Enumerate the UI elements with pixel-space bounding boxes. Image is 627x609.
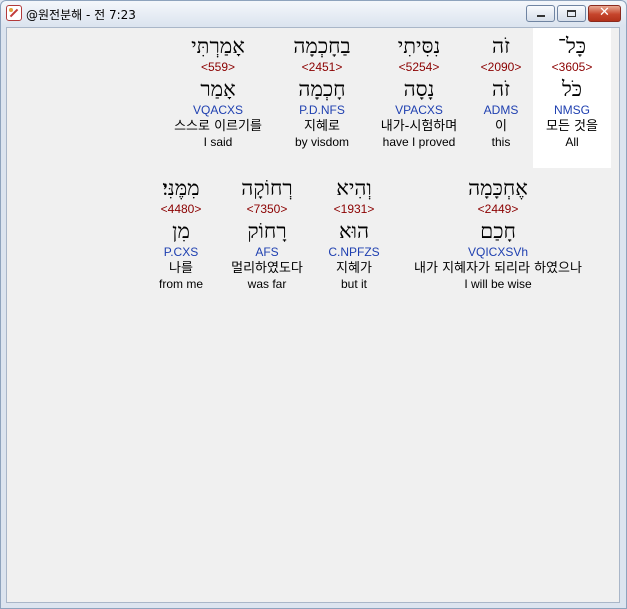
parse-code: VQICXSVh	[467, 245, 529, 259]
hebrew-word: אֶחְכָּמָה	[468, 176, 528, 200]
word-cell[interactable]: וְהִיא <1931> הוּא C.NPFZS 지혜가 but it	[319, 170, 389, 310]
hebrew-word: זֹה	[492, 34, 510, 58]
hebrew-word: אָמַרְתִּי	[191, 34, 245, 58]
strong-number[interactable]: <7350>	[221, 202, 313, 216]
title-bar[interactable]: @원전분해 - 전 7:23 ✕	[1, 1, 626, 27]
parse-code: VPACXS	[395, 103, 443, 117]
window-title: @원전분해 - 전 7:23	[26, 8, 136, 22]
korean-gloss: 내가 지혜자가 되리라 하였으나	[414, 261, 582, 276]
close-button[interactable]: ✕	[588, 5, 621, 22]
word-cell[interactable]: אָמַרְתִּי <559> אָמַר VQACXS 스스로 이르기를 I…	[159, 28, 277, 168]
analysis-panel: כָּל־ <3605> כֹּל NMSG 모든 것을 All זֹה <20…	[6, 27, 620, 603]
hebrew-lemma: זֹה	[492, 77, 510, 101]
korean-gloss: 나를	[169, 261, 193, 276]
word-cell[interactable]: נִסִּיתִי <5254> נָסָה VPACXS 내가-시험하며 ha…	[367, 28, 471, 168]
strong-number[interactable]: <2449>	[389, 202, 607, 216]
korean-gloss: 모든 것을	[546, 119, 598, 134]
word-cell[interactable]: אֶחְכָּמָה <2449> חָכַם VQICXSVh 내가 지혜자가…	[389, 170, 607, 310]
minimize-button[interactable]	[526, 5, 555, 22]
hebrew-lemma: מִן	[172, 219, 190, 243]
strong-number[interactable]: <3605>	[533, 60, 611, 74]
strong-number[interactable]: <4480>	[147, 202, 215, 216]
korean-gloss: 멀리하였도다	[231, 261, 303, 276]
word-cell[interactable]: בַחָכְמָה <2451> חָכְמָה P.D.NFS 지혜로 by …	[279, 28, 365, 168]
hebrew-word: נִסִּיתִי	[397, 34, 441, 58]
parse-code: C.NPFZS	[328, 245, 380, 259]
word-cell[interactable]: רְחוֹקָה <7350> רָחוֹק AFS 멀리하였도다 was fa…	[221, 170, 313, 310]
strong-number[interactable]: <2090>	[463, 60, 539, 74]
word-cell[interactable]: זֹה <2090> זֹה ADMS 이 this	[463, 28, 539, 168]
english-gloss: have I proved	[382, 135, 456, 149]
hebrew-lemma: כֹּל	[561, 77, 583, 101]
parse-code: P.D.NFS	[299, 103, 345, 117]
english-gloss: this	[491, 135, 511, 149]
hebrew-lemma: רָחוֹק	[247, 219, 287, 243]
word-cell[interactable]: כָּל־ <3605> כֹּל NMSG 모든 것을 All	[533, 28, 611, 168]
word-cell[interactable]: מִמֶּנִּי׃ <4480> מִן P.CXS 나를 from me	[147, 170, 215, 310]
parse-code: AFS	[255, 245, 279, 259]
minimize-icon	[537, 15, 545, 17]
hebrew-word: וְהִיא	[336, 176, 372, 200]
hebrew-word: רְחוֹקָה	[241, 176, 293, 200]
maximize-button[interactable]	[557, 5, 586, 22]
english-gloss: All	[565, 135, 579, 149]
parse-code: NMSG	[554, 103, 590, 117]
close-icon: ✕	[599, 5, 610, 20]
english-gloss: by visdom	[294, 135, 350, 149]
hebrew-lemma: הוּא	[338, 219, 370, 243]
strong-number[interactable]: <2451>	[279, 60, 365, 74]
english-gloss: was far	[247, 277, 287, 291]
strong-number[interactable]: <5254>	[367, 60, 471, 74]
strong-number[interactable]: <1931>	[319, 202, 389, 216]
app-window: @원전분해 - 전 7:23 ✕ כָּל־ <3605> כֹּל NMSG …	[0, 0, 627, 609]
app-icon[interactable]	[6, 5, 22, 21]
parse-code: ADMS	[483, 103, 519, 117]
hebrew-word: מִמֶּנִּי׃	[162, 176, 200, 200]
hebrew-word: בַחָכְמָה	[293, 34, 351, 58]
korean-gloss: 내가-시험하며	[380, 119, 458, 134]
hebrew-lemma: נָסָה	[403, 77, 435, 101]
korean-gloss: 지혜로	[304, 119, 340, 134]
korean-gloss: 지혜가	[336, 261, 372, 276]
hebrew-lemma: חָכְמָה	[298, 77, 346, 101]
strong-number[interactable]: <559>	[159, 60, 277, 74]
korean-gloss: 스스로 이르기를	[174, 119, 262, 134]
english-gloss: I said	[203, 135, 233, 149]
english-gloss: but it	[340, 277, 367, 291]
hebrew-lemma: אָמַר	[200, 77, 236, 101]
hebrew-word: כָּל־	[557, 34, 587, 58]
hebrew-lemma: חָכַם	[480, 219, 516, 243]
parse-code: P.CXS	[163, 245, 199, 259]
parse-code: VQACXS	[192, 103, 243, 117]
english-gloss: from me	[158, 277, 203, 291]
maximize-icon	[567, 10, 576, 17]
english-gloss: I will be wise	[464, 277, 532, 291]
korean-gloss: 이	[495, 119, 507, 134]
